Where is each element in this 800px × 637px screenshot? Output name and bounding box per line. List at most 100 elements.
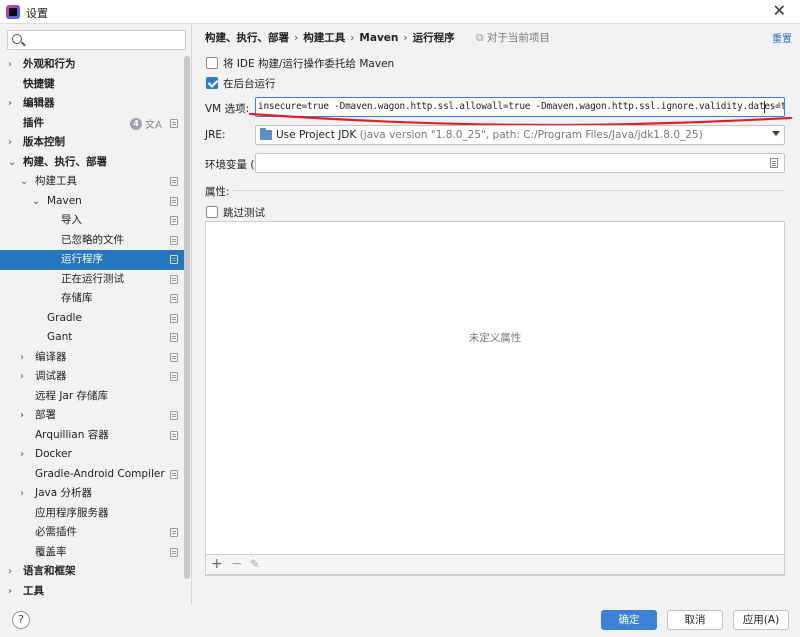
sidebar-item-label: 外观和行为: [23, 58, 76, 70]
project-scope-icon: [170, 235, 178, 245]
env-vars-field[interactable]: [255, 153, 785, 173]
chevron-right-icon[interactable]: ›: [20, 406, 30, 426]
sidebar-item[interactable]: › 编译器: [0, 348, 184, 368]
project-scope-icon: [170, 216, 178, 225]
sidebar-item[interactable]: 必需插件: [0, 523, 184, 543]
edit-icon[interactable]: ✎: [250, 557, 260, 571]
close-icon[interactable]: ✕: [773, 2, 786, 20]
sidebar-item[interactable]: 插件 4 ⽂A: [0, 114, 184, 134]
edit-env-icon[interactable]: [770, 158, 778, 168]
sidebar-item-label: 存储库: [61, 292, 93, 304]
delegate-to-maven-checkbox[interactable]: [206, 57, 218, 69]
project-scope-icon: [170, 547, 178, 557]
sidebar-item-label: 版本控制: [23, 136, 65, 148]
ok-button[interactable]: 确定: [601, 610, 657, 630]
chevron-down-icon[interactable]: ⌄: [32, 192, 42, 212]
remove-icon[interactable]: −: [231, 556, 243, 572]
chevron-right-icon[interactable]: ›: [20, 445, 30, 465]
sidebar-item-label: 应用程序服务器: [35, 506, 109, 519]
jre-detail: (java version "1.8.0_25", path: C:/Progr…: [359, 129, 703, 141]
sidebar-item[interactable]: 应用程序服务器: [0, 504, 184, 524]
chevron-right-icon[interactable]: ›: [20, 348, 30, 368]
jdk-folder-icon: [260, 128, 272, 140]
sidebar-item-label: 部署: [35, 409, 56, 421]
sidebar-item-label: Gradle: [47, 311, 82, 324]
sidebar-item[interactable]: 运行程序: [0, 250, 184, 270]
chevron-down-icon[interactable]: ⌄: [20, 172, 30, 192]
sidebar-item-label: 语言和框架: [23, 565, 76, 577]
sidebar-item[interactable]: 覆盖率: [0, 543, 184, 563]
sidebar-item-label: Arquillian 容器: [35, 428, 109, 441]
sidebar-item[interactable]: Arquillian 容器: [0, 426, 184, 446]
sidebar-item[interactable]: › 部署: [0, 406, 184, 426]
breadcrumb-item: 构建、执行、部署: [205, 32, 289, 44]
properties-table[interactable]: 未定义属性: [205, 221, 785, 576]
jre-selected-value: Use Project JDK (java version "1.8.0_25"…: [276, 129, 703, 141]
chevron-right-icon[interactable]: ›: [8, 94, 18, 114]
apply-button[interactable]: 应用(A): [733, 610, 789, 630]
sidebar-item[interactable]: 存储库: [0, 289, 184, 309]
jre-label: JRE:: [205, 129, 226, 141]
sidebar-item[interactable]: 已忽略的文件: [0, 231, 184, 251]
sidebar-item[interactable]: › 版本控制: [0, 133, 184, 153]
project-scope-icon: [170, 333, 178, 342]
sidebar-item[interactable]: ⌄ Maven: [0, 192, 184, 212]
settings-window: 设置 ✕ › 外观和行为 快捷键 › 编辑器 插件 4 ⽂A › 版本控制 ⌄ 构建、执行、部署 ⌄ 构建…: [0, 0, 800, 637]
sidebar-item[interactable]: › 外观和行为: [0, 55, 184, 75]
properties-title: 属性:: [205, 186, 230, 198]
skip-tests-checkbox[interactable]: [206, 206, 218, 218]
cancel-button[interactable]: 取消: [667, 610, 723, 630]
sidebar-item[interactable]: Gradle-Android Compiler: [0, 465, 184, 485]
sidebar-item[interactable]: 远程 Jar 存储库: [0, 387, 184, 407]
sidebar-item-label: Maven: [47, 194, 82, 207]
sidebar-item[interactable]: › 编辑器: [0, 94, 184, 114]
run-in-background-checkbox[interactable]: [206, 77, 218, 89]
sidebar-item[interactable]: ⌄ 构建、执行、部署: [0, 153, 184, 173]
chevron-down-icon[interactable]: [772, 131, 780, 136]
breadcrumb: 构建、执行、部署 › 构建工具 › Maven › 运行程序: [205, 30, 455, 45]
help-button[interactable]: ?: [12, 611, 30, 629]
sidebar-item-label: 构建、执行、部署: [23, 155, 107, 168]
breadcrumb-separator: ›: [403, 32, 408, 44]
sidebar-scrollbar[interactable]: [184, 56, 190, 579]
sidebar-item-label: Gant: [47, 331, 73, 343]
sidebar-item[interactable]: › 工具: [0, 582, 184, 602]
sidebar-item[interactable]: › Java 分析器: [0, 484, 184, 504]
sidebar-item[interactable]: 导入: [0, 211, 184, 231]
sidebar-item[interactable]: 正在运行测试: [0, 270, 184, 290]
sidebar-item[interactable]: › 语言和框架: [0, 562, 184, 582]
title-bar: 设置 ✕: [0, 0, 800, 24]
sidebar-item-label: 远程 Jar 存储库: [35, 389, 109, 402]
intellij-app-icon: [6, 5, 20, 19]
sidebar-item[interactable]: › Docker: [0, 445, 184, 465]
breadcrumb-item: Maven: [359, 32, 399, 44]
sidebar-item[interactable]: 快捷键: [0, 75, 184, 95]
chevron-down-icon[interactable]: ⌄: [8, 153, 18, 173]
chevron-right-icon[interactable]: ›: [20, 484, 30, 504]
project-scope-icon: [170, 118, 178, 128]
jre-value: Use Project JDK: [276, 129, 357, 141]
sidebar-item[interactable]: ⌄ 构建工具: [0, 172, 184, 192]
sidebar-item[interactable]: › 调试器: [0, 367, 184, 387]
sidebar-item[interactable]: Gant: [0, 328, 184, 348]
jre-select[interactable]: Use Project JDK (java version "1.8.0_25"…: [255, 125, 785, 145]
chevron-right-icon[interactable]: ›: [20, 367, 30, 387]
search-input[interactable]: [7, 30, 186, 50]
skip-tests-label: 跳过测试: [223, 207, 265, 219]
add-icon[interactable]: +: [211, 556, 223, 572]
project-scope-icon: [170, 469, 178, 479]
chevron-right-icon[interactable]: ›: [8, 562, 18, 582]
settings-sidebar: › 外观和行为 快捷键 › 编辑器 插件 4 ⽂A › 版本控制 ⌄ 构建、执行、部署 ⌄ 构建工具 ⌄ Ma…: [0, 24, 192, 605]
chevron-right-icon[interactable]: ›: [8, 582, 18, 602]
reset-link[interactable]: 重置: [772, 30, 792, 45]
breadcrumb-separator: ›: [350, 32, 355, 44]
project-scope-icon: [170, 528, 178, 537]
sidebar-item-label: 快捷键: [23, 77, 55, 90]
sidebar-item-label: 插件: [23, 116, 44, 129]
sidebar-item-label: 覆盖率: [35, 545, 67, 558]
updates-badge: 4: [130, 117, 142, 130]
chevron-right-icon[interactable]: ›: [8, 133, 18, 153]
sidebar-item[interactable]: Gradle: [0, 309, 184, 329]
sidebar-item-label: 导入: [61, 214, 82, 226]
chevron-right-icon[interactable]: ›: [8, 55, 18, 75]
